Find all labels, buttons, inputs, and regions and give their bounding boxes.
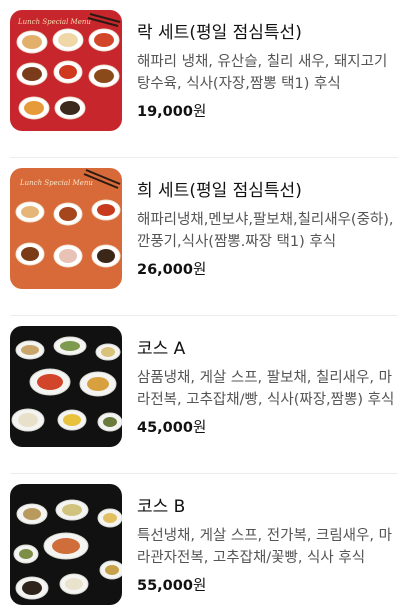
menu-item-price: 55,000원 <box>137 576 206 596</box>
menu-item-price: 26,000원 <box>137 260 206 280</box>
price-currency: 원 <box>192 420 207 436</box>
menu-item[interactable]: Lunch Special Menu <box>0 158 408 316</box>
lunch-set-photo-icon: Lunch Special Menu <box>10 10 122 131</box>
svg-text:Lunch Special Menu: Lunch Special Menu <box>17 18 91 26</box>
price-currency: 원 <box>192 104 207 120</box>
menu-item-title: 코스 B <box>137 497 186 517</box>
menu-item-title: 희 세트(평일 점심특선) <box>137 181 302 201</box>
course-dishes-photo-icon <box>10 326 122 447</box>
price-value: 19,000 <box>137 104 193 120</box>
price-value: 55,000 <box>137 578 193 594</box>
menu-item-description: 해파리 냉채, 유산슬, 칠리 새우, 돼지고기 탕수육, 식사(자장,짬뽕 택… <box>137 54 388 92</box>
lunch-set-photo-icon: Lunch Special Menu <box>10 168 122 289</box>
menu-item-description: 삼품냉채, 게살 스프, 팔보채, 칠리새우, 마라전복, 고추잡채/빵, 식사… <box>137 370 395 408</box>
price-value: 45,000 <box>137 420 193 436</box>
menu-list: Lunch Special Menu 락 세트(평일 점심특선) 해파리 냉채,… <box>0 0 408 612</box>
menu-item-price: 45,000원 <box>137 418 206 438</box>
menu-item-price: 19,000원 <box>137 102 206 122</box>
menu-item-description: 해파리냉채,멘보샤,팔보채,칠리새우(중하),깐풍기,식사(짬뽕.짜장 택1) … <box>137 212 394 250</box>
menu-item-title: 락 세트(평일 점심특선) <box>137 23 302 43</box>
price-currency: 원 <box>192 578 207 594</box>
menu-item[interactable]: 코스 B 특선냉채, 게살 스프, 전가복, 크림새우, 마라관자전복, 고추잡… <box>0 474 408 612</box>
course-dishes-photo-icon <box>10 484 122 605</box>
menu-item-title: 코스 A <box>137 339 186 359</box>
price-currency: 원 <box>192 262 207 278</box>
menu-item-description: 특선냉채, 게살 스프, 전가복, 크림새우, 마라관자전복, 고추잡채/꽃빵,… <box>137 528 392 566</box>
menu-item[interactable]: 코스 A 삼품냉채, 게살 스프, 팔보채, 칠리새우, 마라전복, 고추잡채/… <box>0 316 408 474</box>
svg-text:Lunch Special Menu: Lunch Special Menu <box>19 179 93 187</box>
price-value: 26,000 <box>137 262 193 278</box>
menu-item[interactable]: Lunch Special Menu <box>0 0 408 158</box>
